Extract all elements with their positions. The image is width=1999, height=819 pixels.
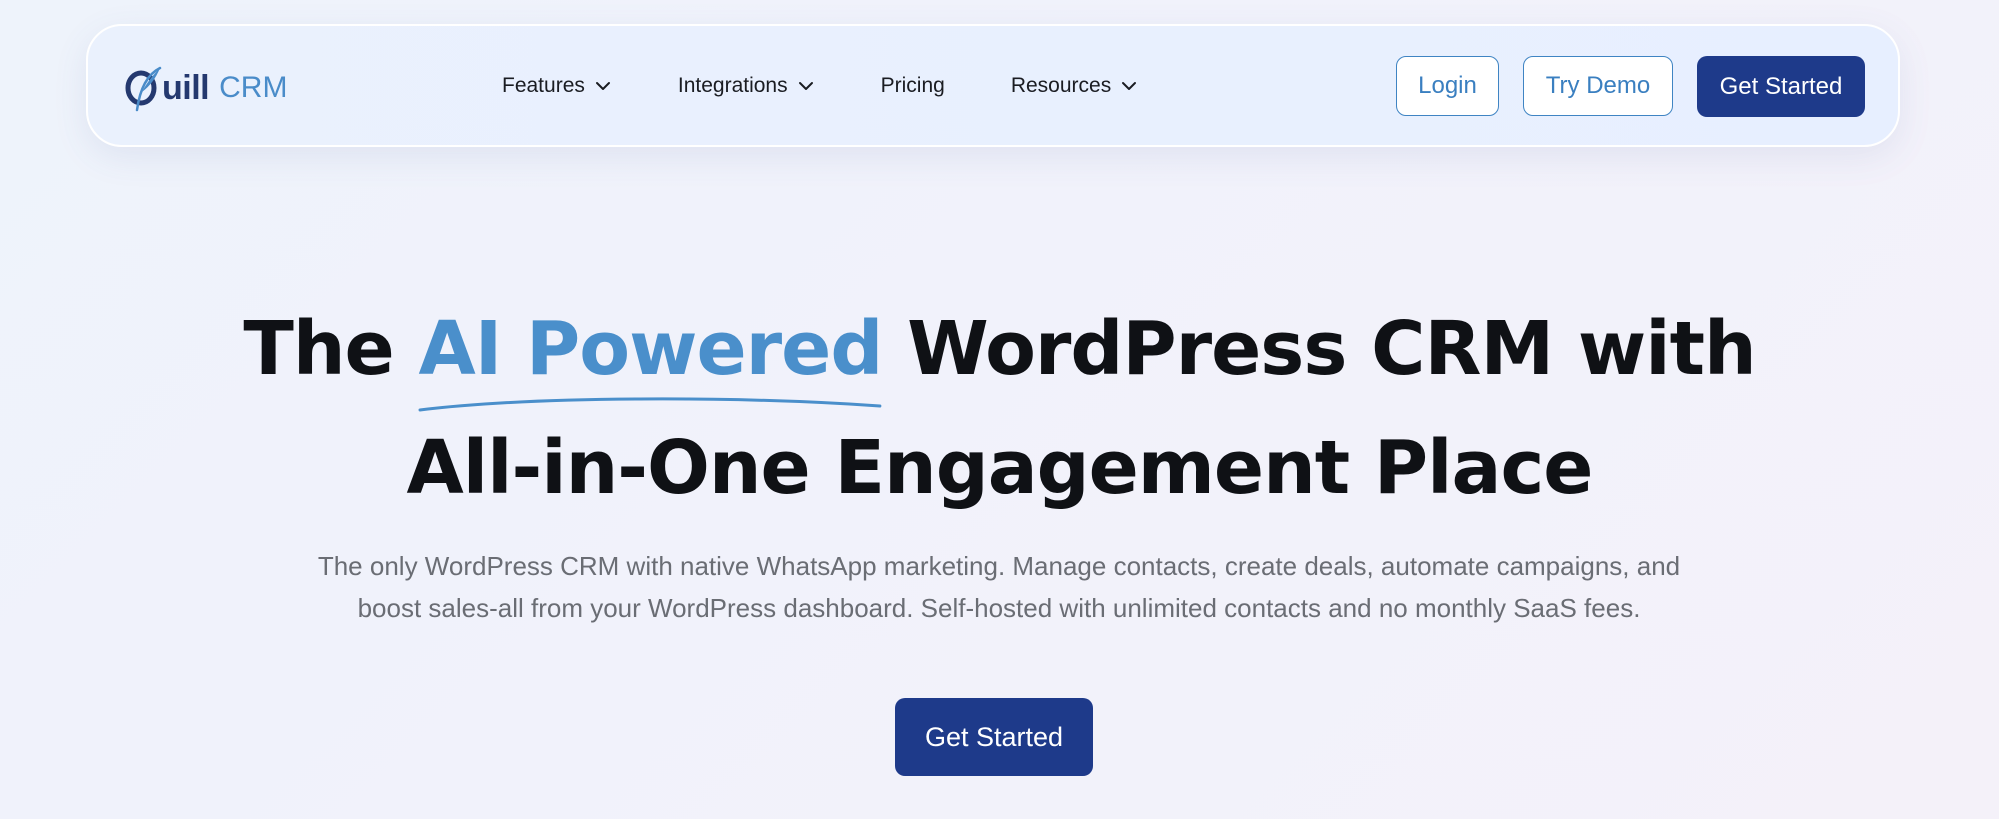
hero-title-highlight: AI Powered: [418, 304, 883, 412]
chevron-down-icon: [798, 81, 813, 90]
logo-product-name: CRM: [219, 71, 288, 104]
hero-title-suffix: WordPress CRM with: [907, 306, 1757, 392]
nav-item-label: Features: [502, 73, 585, 97]
nav-get-started-button[interactable]: Get Started: [1697, 56, 1865, 117]
top-navbar: uill CRM Features Integrations Pricing R…: [86, 24, 1900, 147]
login-button[interactable]: Login: [1396, 56, 1499, 116]
nav-item-resources[interactable]: Resources: [1011, 74, 1138, 98]
nav-item-label: Pricing: [880, 73, 945, 97]
highlight-underline-swoosh: [418, 397, 882, 412]
main-nav-menu: Features Integrations Pricing Resources: [502, 26, 1138, 145]
hero-subtitle: The only WordPress CRM with native Whats…: [317, 551, 1681, 623]
hero-title-line-2: All-in-One Engagement Place: [406, 425, 1593, 511]
nav-item-label: Resources: [1010, 73, 1112, 97]
feather-q-logo-icon: [125, 66, 162, 112]
chevron-down-icon: [595, 81, 610, 90]
hero-highlight-text: AI Powered: [418, 306, 883, 392]
logo-wordmark: uill: [162, 68, 210, 107]
try-demo-button[interactable]: Try Demo: [1523, 56, 1673, 116]
chevron-down-icon: [1122, 81, 1137, 90]
brand-logo[interactable]: uill CRM: [124, 62, 287, 114]
hero-get-started-button[interactable]: Get Started: [895, 698, 1093, 776]
nav-item-label: Integrations: [677, 73, 788, 97]
nav-item-features[interactable]: Features: [502, 74, 612, 98]
hero-title-prefix: The: [243, 306, 394, 392]
hero-title-line-1: The AI Powered WordPress CRM with: [0, 304, 1999, 412]
nav-item-pricing[interactable]: Pricing: [881, 74, 945, 98]
nav-item-integrations[interactable]: Integrations: [678, 74, 815, 98]
